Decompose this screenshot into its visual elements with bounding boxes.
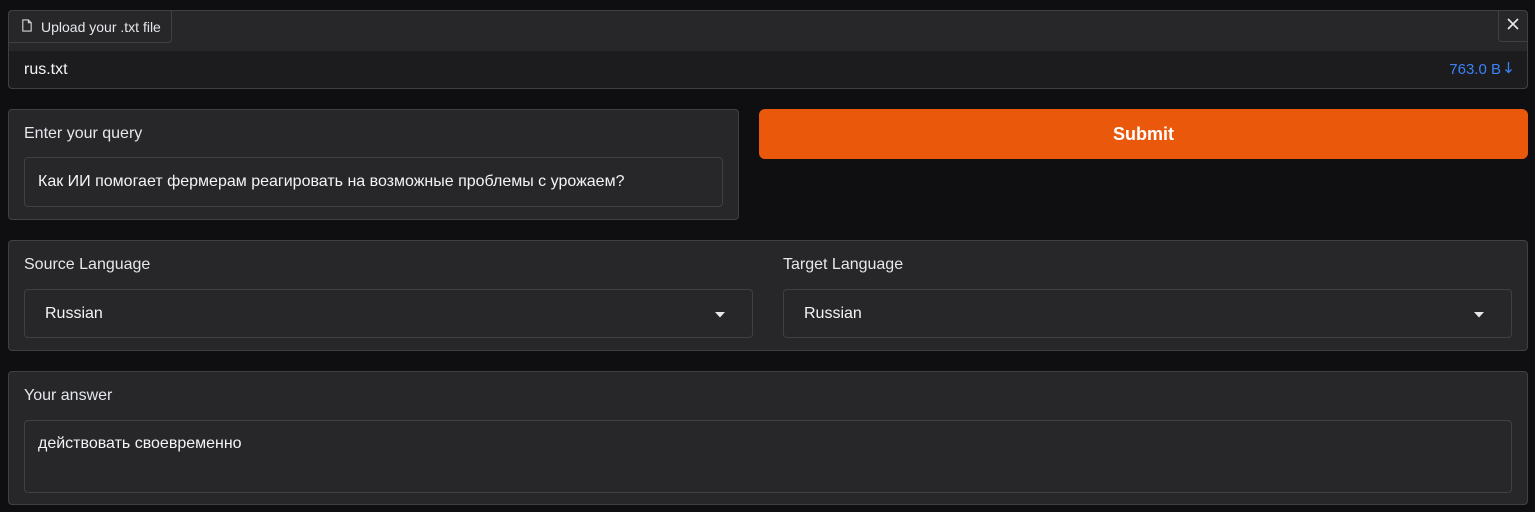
chevron-down-icon[interactable] [715, 305, 725, 323]
file-upload-label-text: Upload your .txt file [41, 18, 161, 35]
file-size[interactable]: 763.0 B [1449, 61, 1501, 78]
close-icon[interactable] [1506, 17, 1520, 36]
query-panel: Enter your query Как ИИ помогает фермера… [8, 109, 739, 220]
answer-panel: Your answer действовать своевременно [8, 371, 1528, 505]
answer-textarea[interactable]: действовать своевременно [24, 420, 1512, 493]
download-arrow-icon[interactable] [1504, 61, 1513, 78]
language-panel: Source Language Russian Target Language … [8, 240, 1528, 351]
clear-file-button[interactable] [1498, 11, 1527, 42]
target-language-label: Target Language [783, 256, 904, 273]
target-language-dropdown[interactable]: Russian [783, 289, 1512, 338]
query-label: Enter your query [24, 125, 143, 142]
file-upload-panel: Upload your .txt file rus.txt 763.0 B [8, 10, 1528, 89]
source-language-value[interactable]: Russian [45, 305, 103, 323]
file-download-link[interactable]: 763.0 B [1449, 61, 1513, 78]
file-name: rus.txt [24, 60, 68, 78]
chevron-down-icon[interactable] [1474, 305, 1484, 323]
file-upload-label: Upload your .txt file [8, 10, 172, 43]
source-language-dropdown[interactable]: Russian [24, 289, 753, 338]
file-icon [21, 18, 33, 35]
submit-button[interactable]: Submit [759, 109, 1528, 159]
uploaded-file-row: rus.txt 763.0 B [9, 51, 1527, 88]
target-language-value[interactable]: Russian [804, 305, 862, 323]
answer-label: Your answer [24, 387, 113, 404]
source-language-label: Source Language [24, 256, 151, 273]
query-input[interactable]: Как ИИ помогает фермерам реагировать на … [24, 157, 723, 207]
